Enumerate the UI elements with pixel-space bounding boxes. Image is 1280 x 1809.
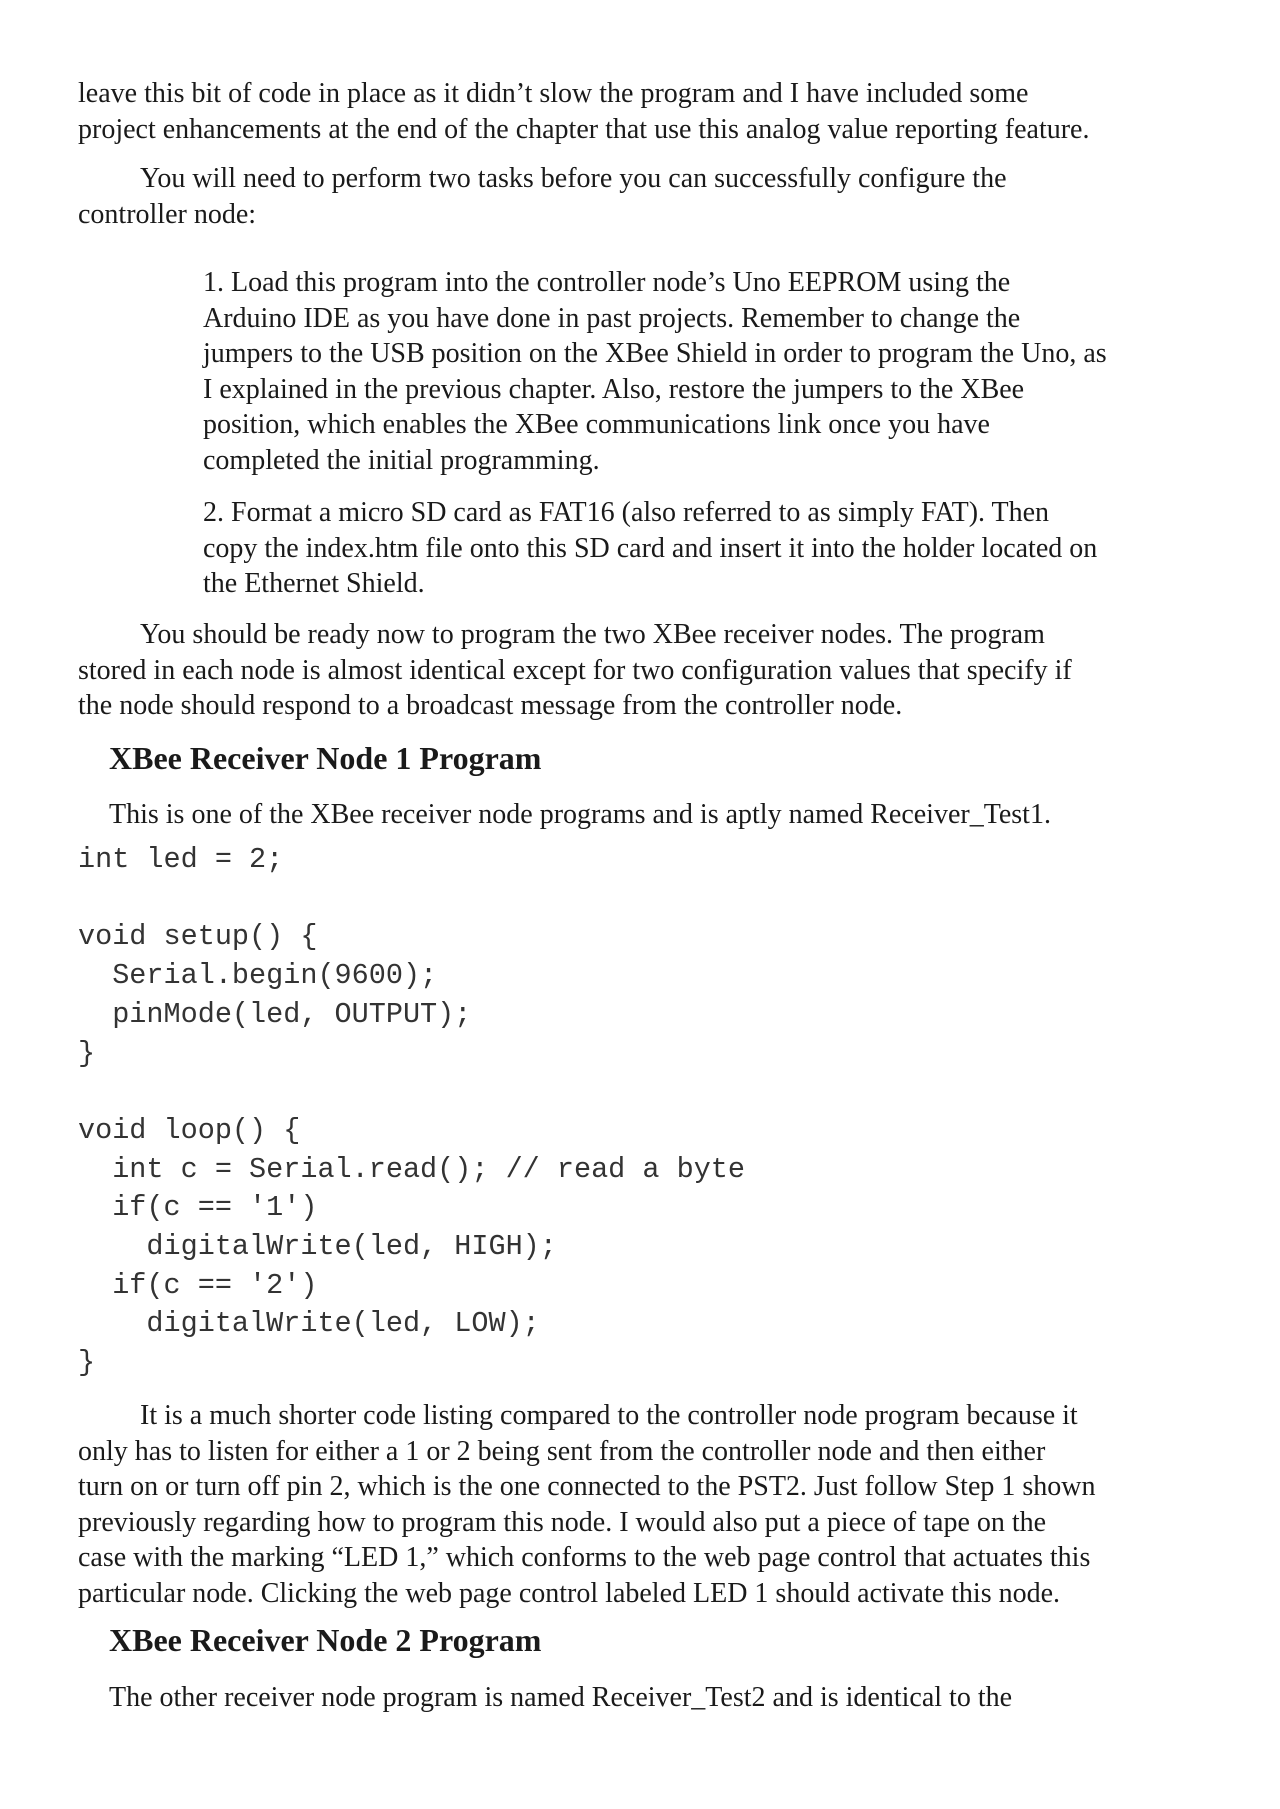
text-line: stored in each node is almost identical … [78,654,1072,686]
text-line: copy the index.htm file onto this SD car… [203,532,1098,564]
text-line: It is a much shorter code listing compar… [140,1400,1078,1431]
text-line: 2. Format a micro SD card as FAT16 (also… [203,497,1050,528]
code-line: pinMode(led, OUTPUT); [78,997,472,1031]
paragraph-ready: You should be ready now to program the t… [78,617,1223,724]
text-line: project enhancements at the end of the c… [78,113,1090,145]
code-line: Serial.begin(9600); [78,959,438,993]
code-line: } [78,1346,96,1380]
text-line: You will need to perform two tasks befor… [140,163,1007,194]
code-line: digitalWrite(led, LOW); [78,1307,540,1341]
text-line: Arduino IDE as you have done in past pro… [203,302,1021,334]
section-lead-node-1: This is one of the XBee receiver node pr… [109,799,1051,830]
text-line: the node should respond to a broadcast m… [78,690,903,721]
step-1: 1. Load this program into the controller… [203,265,1233,478]
text-line: case with the marking “LED 1,” which con… [78,1542,1091,1573]
code-listing: int led = 2; void setup() { Serial.begin… [78,841,745,1383]
text-line: only has to listen for either a 1 or 2 b… [78,1435,1046,1467]
text-line: completed the initial programming. [203,444,600,476]
code-line: } [78,1036,96,1070]
text-line: leave this bit of code in place as it di… [78,78,1029,109]
text-line: 1. Load this program into the controller… [203,267,1011,298]
paragraph-shorter: It is a much shorter code listing compar… [78,1398,1223,1611]
code-line: int led = 2; [78,843,284,876]
text-line: turn on or turn off pin 2, which is the … [78,1471,1096,1502]
text-line: jumpers to the USB position on the XBee … [203,338,1107,369]
paragraph-tasks: You will need to perform two tasks befor… [78,161,1223,232]
paragraph-intro: leave this bit of code in place as it di… [78,76,1223,147]
code-line: void setup() { [78,920,318,954]
step-2: 2. Format a micro SD card as FAT16 (also… [203,495,1233,602]
section-heading-node-2: XBee Receiver Node 2 Program [109,1622,542,1658]
text-line: I explained in the previous chapter. Als… [203,373,1025,405]
text-line: You should be ready now to program the t… [140,619,1045,650]
code-line: if(c == '2') [78,1268,318,1302]
code-line: digitalWrite(led, HIGH); [78,1230,557,1264]
code-line: void loop() { [78,1113,301,1147]
text-line: position, which enables the XBee communi… [203,409,990,440]
section-heading-node-1: XBee Receiver Node 1 Program [109,740,542,776]
text-line: previously regarding how to program this… [78,1506,1047,1538]
code-line: int c = Serial.read(); // read a byte [78,1152,746,1186]
section-lead-node-2: The other receiver node program is named… [109,1682,1013,1713]
code-line: if(c == '1') [78,1191,318,1225]
text-line: particular node. Clicking the web page c… [78,1577,1061,1609]
text-line: controller node: [78,198,257,230]
text-line: the Ethernet Shield. [203,568,425,599]
